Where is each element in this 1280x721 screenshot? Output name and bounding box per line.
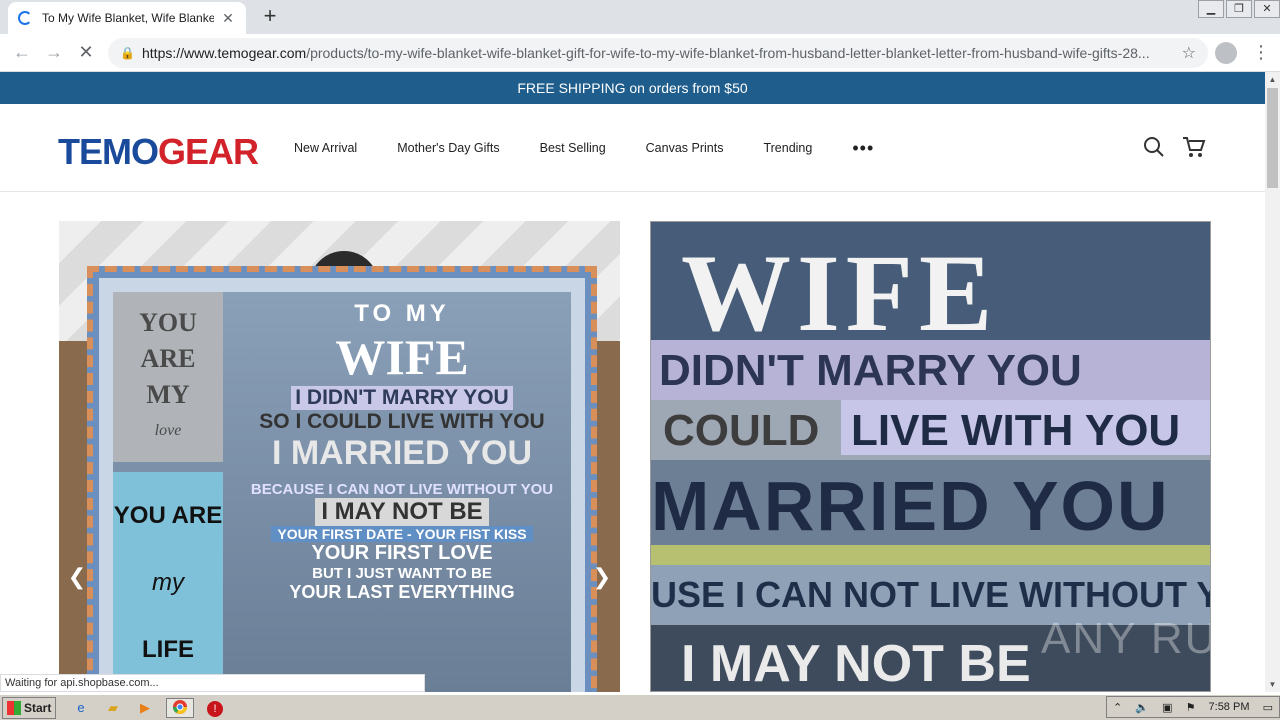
loading-spinner-icon — [18, 11, 32, 25]
main-nav: New Arrival Mother's Day Gifts Best Sell… — [294, 104, 914, 192]
nav-item-trending[interactable]: Trending — [763, 141, 812, 155]
profile-avatar[interactable] — [1215, 42, 1237, 64]
minimize-button[interactable]: ▁ — [1198, 0, 1224, 18]
nav-item-best-selling[interactable]: Best Selling — [540, 141, 606, 155]
cart-icon[interactable] — [1182, 136, 1206, 164]
scroll-thumb[interactable] — [1267, 88, 1278, 188]
volume-icon[interactable]: 🔈 — [1135, 701, 1149, 714]
slider-next-arrow-icon[interactable]: ❯ — [584, 559, 620, 595]
windows-taskbar: Start e ▰ ▶ ! ⌃ 🔈 ▣ ⚑ 7:58 PM ▭ — [0, 694, 1280, 720]
new-tab-button[interactable]: + — [258, 5, 282, 29]
scroll-up-arrow-icon[interactable]: ▲ — [1265, 72, 1280, 87]
lock-icon: 🔒 — [120, 46, 135, 60]
forward-button[interactable]: → — [38, 42, 70, 63]
window-controls: ▁ ❐ ✕ — [1196, 0, 1280, 20]
status-bubble: Waiting for api.shopbase.com... — [0, 674, 425, 692]
back-button[interactable]: ← — [6, 42, 38, 63]
windows-flag-icon — [7, 700, 21, 715]
ie-icon[interactable]: e — [70, 698, 92, 718]
product-main-image: WIFE DIDN'T MARRY YOU COULD LIVE WITH YO… — [650, 221, 1211, 692]
tab-title: To My Wife Blanket, Wife Blanket, Gi — [42, 11, 214, 25]
restore-button[interactable]: ❐ — [1226, 0, 1252, 18]
browser-menu-icon[interactable]: ⋮ — [1252, 42, 1270, 62]
product-gallery-image: YOU ARE MY love YOU ARE my LIFE TO MY WI… — [59, 221, 620, 692]
url-text: https://www.temogear.com/products/to-my-… — [142, 45, 1150, 61]
site-header: TEMOGEAR New Arrival Mother's Day Gifts … — [0, 104, 1265, 192]
system-tray: ⌃ 🔈 ▣ ⚑ 7:58 PM ▭ — [1106, 696, 1280, 718]
browser-tabbar: To My Wife Blanket, Wife Blanket, Gi ✕ +… — [0, 0, 1280, 34]
slider-prev-arrow-icon[interactable]: ❮ — [59, 559, 95, 595]
flag-notification-icon[interactable]: ⚑ — [1186, 701, 1196, 714]
nav-item-mothers-day-gifts[interactable]: Mother's Day Gifts — [397, 141, 499, 155]
folder-icon[interactable]: ▰ — [102, 698, 124, 718]
chrome-icon[interactable] — [166, 697, 194, 718]
site-logo[interactable]: TEMOGEAR — [58, 131, 259, 173]
vertical-scrollbar[interactable]: ▲ ▼ — [1265, 72, 1280, 692]
tray-expand-icon[interactable]: ⌃ — [1113, 701, 1122, 714]
address-bar[interactable]: 🔒 https://www.temogear.com/products/to-m… — [108, 38, 1208, 68]
window-close-button[interactable]: ✕ — [1254, 0, 1280, 18]
stop-loading-button[interactable]: ✕ — [70, 42, 102, 63]
security-app-icon[interactable]: ! — [204, 698, 226, 718]
scroll-down-arrow-icon[interactable]: ▼ — [1265, 677, 1280, 692]
network-icon[interactable]: ▣ — [1162, 701, 1172, 714]
search-icon[interactable] — [1143, 136, 1165, 164]
show-desktop-icon[interactable]: ▭ — [1263, 701, 1273, 714]
announcement-bar: FREE SHIPPING on orders from $50 — [0, 72, 1265, 104]
tab-close-icon[interactable]: ✕ — [220, 10, 236, 27]
media-player-icon[interactable]: ▶ — [134, 698, 156, 718]
bookmark-star-icon[interactable]: ☆ — [1182, 43, 1196, 63]
browser-toolbar: ← → ✕ 🔒 https://www.temogear.com/product… — [0, 34, 1280, 72]
watermark: ANY RUN — [1041, 614, 1210, 663]
browser-tab[interactable]: To My Wife Blanket, Wife Blanket, Gi ✕ — [8, 2, 246, 34]
more-nav-icon[interactable]: ••• — [852, 138, 874, 159]
clock[interactable]: 7:58 PM — [1209, 701, 1250, 713]
page-viewport: FREE SHIPPING on orders from $50 TEMOGEA… — [0, 72, 1265, 692]
start-button[interactable]: Start — [2, 696, 56, 719]
nav-item-new-arrival[interactable]: New Arrival — [294, 141, 357, 155]
nav-item-canvas-prints[interactable]: Canvas Prints — [646, 141, 724, 155]
